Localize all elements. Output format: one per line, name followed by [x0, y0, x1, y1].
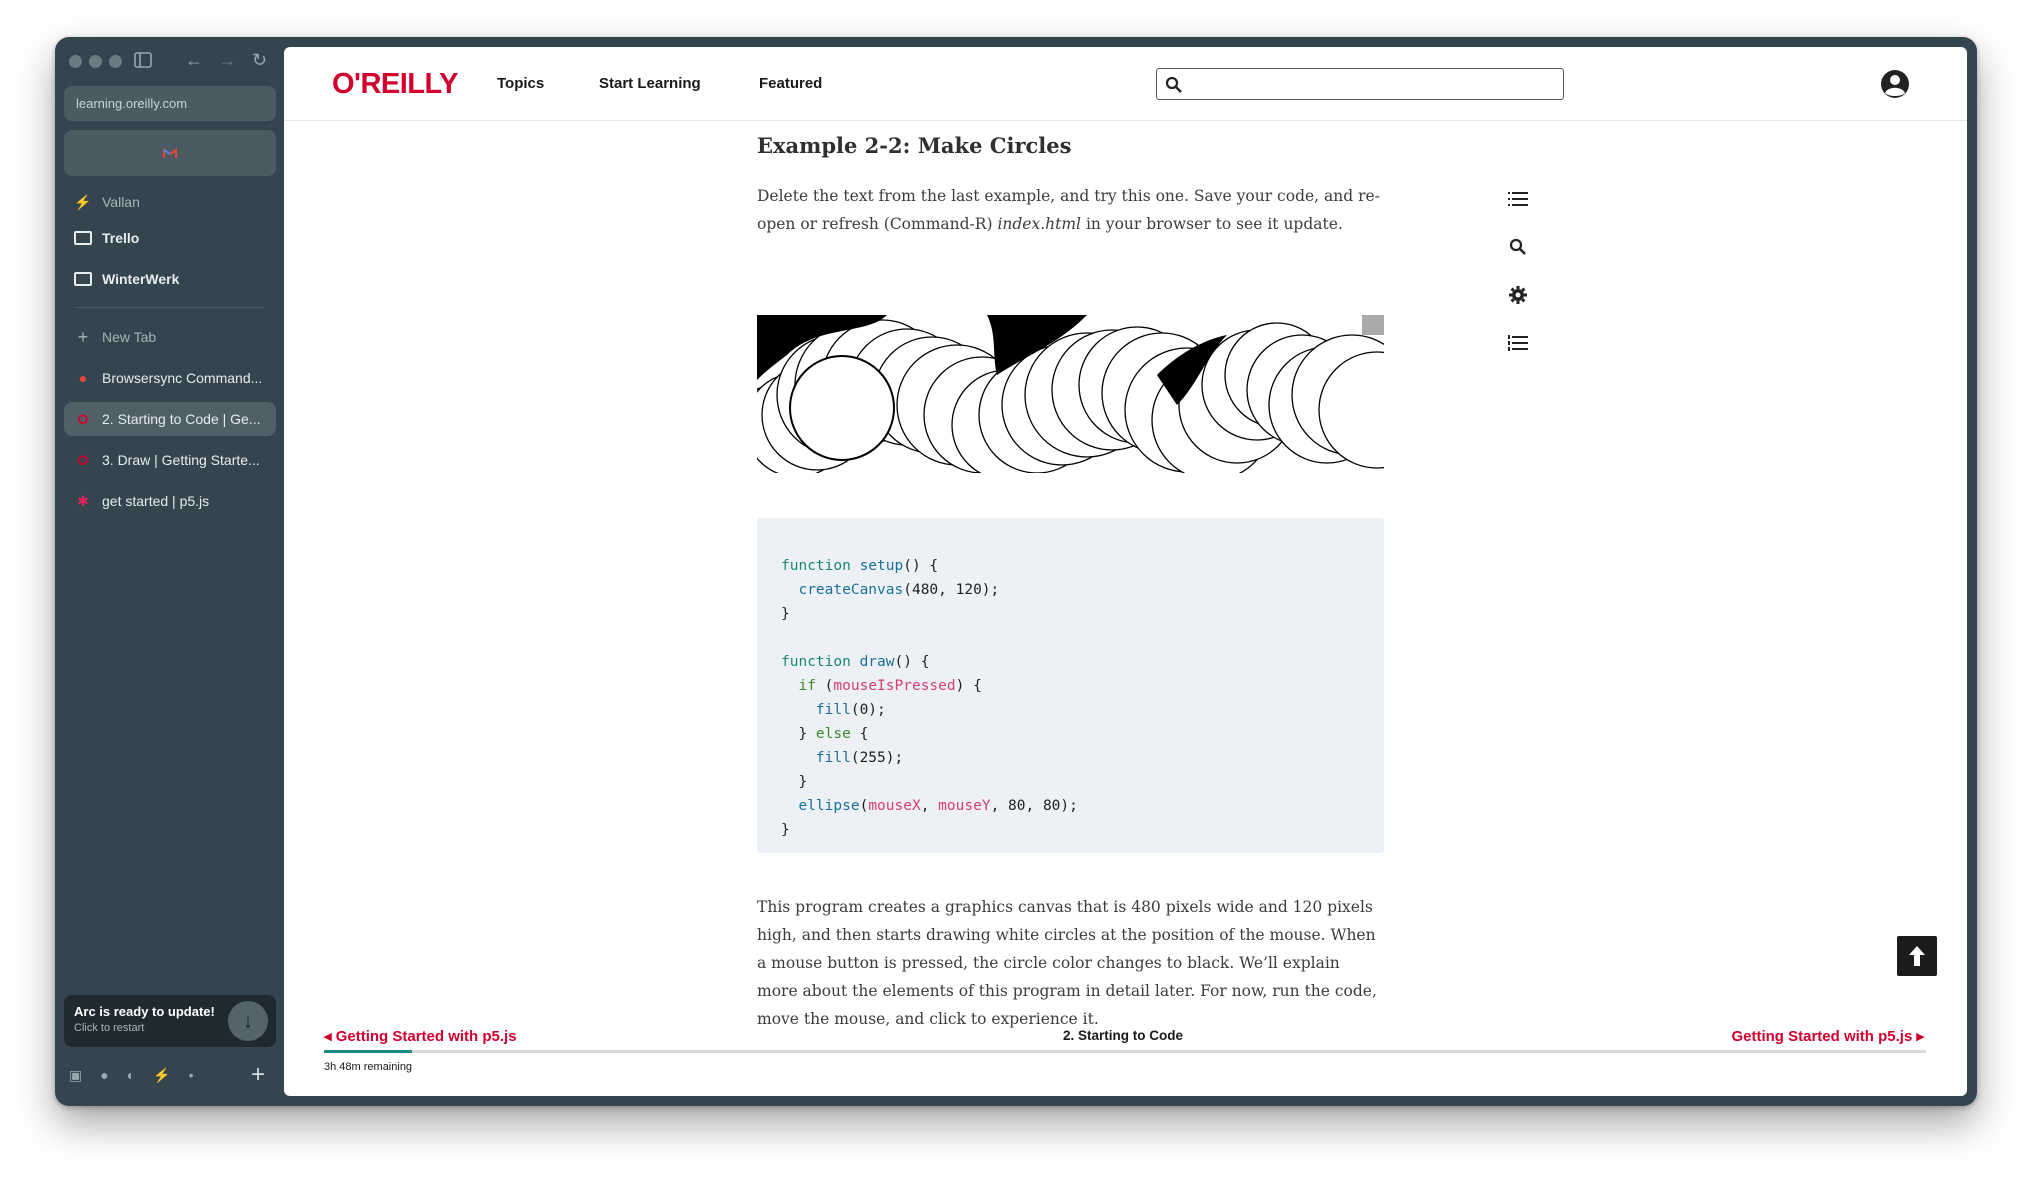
- nav-start-learning[interactable]: Start Learning: [599, 75, 701, 92]
- tab-label: 3. Draw | Getting Starte...: [102, 452, 260, 468]
- sidebar-tab-active[interactable]: O 2. Starting to Code | Ge...: [64, 402, 276, 436]
- folder-icon: [74, 272, 92, 286]
- space-icon[interactable]: ●: [100, 1067, 108, 1084]
- playlist-icon[interactable]: [1502, 327, 1534, 359]
- table-of-contents-icon[interactable]: [1502, 183, 1534, 215]
- tab-label: get started | p5.js: [102, 493, 210, 509]
- p5js-star-icon: ✱: [77, 492, 89, 509]
- oreilly-logo[interactable]: O'REILLY: [332, 68, 458, 101]
- circles-figure-image: [757, 315, 1384, 473]
- browsersync-icon: ●: [78, 370, 88, 386]
- minimize-window-button[interactable]: [89, 55, 102, 68]
- code-line: function draw() {: [781, 654, 930, 670]
- forward-arrow-icon[interactable]: →: [218, 51, 236, 69]
- code-line: fill(255);: [815, 750, 904, 766]
- close-window-button[interactable]: [69, 55, 82, 68]
- oreilly-favicon-icon: O: [77, 452, 89, 468]
- sidebar-tab[interactable]: O 3. Draw | Getting Starte...: [64, 443, 276, 477]
- update-card[interactable]: Arc is ready to update! Click to restart…: [64, 995, 276, 1047]
- folder-icon: [74, 231, 92, 245]
- window-controls[interactable]: [69, 55, 122, 68]
- folder-label: Trello: [102, 230, 140, 246]
- previous-chapter-link[interactable]: ◂ Getting Started with p5.js: [324, 1027, 517, 1045]
- search-in-book-icon[interactable]: [1502, 231, 1534, 263]
- code-line: }: [781, 606, 790, 622]
- lightning-icon: ⚡: [74, 193, 92, 210]
- sidebar-toggle-icon[interactable]: [134, 52, 152, 71]
- plus-icon: +: [77, 326, 89, 347]
- article-body: Example 2-2: Make Circles Delete the tex…: [757, 133, 1384, 1028]
- zoom-window-button[interactable]: [109, 55, 122, 68]
- code-block: function setup() { createCanvas(480, 120…: [757, 518, 1384, 853]
- next-chapter-link[interactable]: Getting Started with p5.js ▸: [1731, 1027, 1924, 1045]
- time-remaining: 3h 48m remaining: [324, 1061, 413, 1073]
- chapter-nav-footer: ◂ Getting Started with p5.js 2. Starting…: [324, 1027, 1926, 1087]
- arrow-up-icon: [1909, 946, 1925, 966]
- archive-icon[interactable]: ▣: [69, 1067, 82, 1084]
- intro-paragraph: Delete the text from the last example, a…: [757, 187, 1380, 233]
- nav-featured[interactable]: Featured: [759, 75, 822, 92]
- sidebar-folder-winterwerk[interactable]: WinterWerk: [64, 262, 276, 296]
- account-avatar-icon[interactable]: [1880, 69, 1910, 99]
- web-content: O'REILLY Topics Start Learning Featured …: [284, 47, 1967, 1096]
- code-line: if (mouseIsPressed) {: [798, 678, 982, 694]
- code-line: function setup() {: [781, 558, 939, 574]
- search-icon: [1165, 76, 1182, 93]
- code-line: }: [781, 822, 790, 838]
- example-heading: Example 2-2: Make Circles: [757, 133, 1072, 158]
- code-line: ellipse(mouseX, mouseY, 80, 80);: [798, 798, 1078, 814]
- reading-progress-fill: [324, 1050, 413, 1053]
- space-label: Vallan: [102, 194, 140, 210]
- reload-icon[interactable]: ↻: [252, 51, 267, 69]
- code-line: }: [781, 774, 808, 790]
- code-line: createCanvas(480, 120);: [798, 582, 1000, 598]
- code-line: } else {: [781, 726, 869, 742]
- pinned-favorites[interactable]: [64, 130, 276, 176]
- sidebar-bottom-bar: ▣ ● ◐ ⚡ •: [69, 1067, 194, 1084]
- tab-label: Browsersync Command...: [102, 370, 263, 386]
- new-tab-button[interactable]: + New Tab: [64, 320, 276, 354]
- browser-window: ← → ↻ learning.oreilly.com ⚡ Vallan Trel…: [55, 37, 1977, 1106]
- code-line: fill(0);: [815, 702, 886, 718]
- sidebar-folder-trello[interactable]: Trello: [64, 221, 276, 255]
- search-input[interactable]: [1156, 68, 1564, 100]
- gmail-icon[interactable]: [163, 147, 177, 159]
- space-icon[interactable]: ◐: [127, 1067, 135, 1084]
- download-icon: ↓: [228, 1001, 268, 1041]
- add-space-icon[interactable]: +: [251, 1061, 265, 1089]
- reading-progress-bar: [324, 1050, 1926, 1053]
- sidebar-tab[interactable]: ✱ get started | p5.js: [64, 484, 276, 518]
- nav-topics[interactable]: Topics: [497, 75, 544, 92]
- arc-sidebar: ← → ↻ learning.oreilly.com ⚡ Vallan Trel…: [55, 37, 284, 1106]
- gear-icon[interactable]: [1502, 279, 1534, 311]
- new-tab-label: New Tab: [102, 329, 157, 345]
- current-chapter-title: 2. Starting to Code: [1063, 1028, 1184, 1043]
- url-bar[interactable]: learning.oreilly.com: [64, 86, 276, 121]
- sidebar-divider: [75, 307, 264, 308]
- oreilly-favicon-icon: O: [77, 411, 89, 427]
- space-label-row[interactable]: ⚡ Vallan: [64, 185, 276, 219]
- site-header: O'REILLY Topics Start Learning Featured: [284, 47, 1967, 121]
- sidebar-tab[interactable]: ● Browsersync Command...: [64, 361, 276, 395]
- back-to-top-button[interactable]: [1897, 936, 1937, 976]
- lightning-icon[interactable]: ⚡: [153, 1067, 170, 1084]
- back-arrow-icon[interactable]: ←: [185, 51, 203, 69]
- space-dot-icon[interactable]: •: [189, 1067, 194, 1084]
- body-paragraph: This program creates a graphics canvas t…: [757, 898, 1377, 1028]
- folder-label: WinterWerk: [102, 271, 180, 287]
- tab-label: 2. Starting to Code | Ge...: [102, 411, 261, 427]
